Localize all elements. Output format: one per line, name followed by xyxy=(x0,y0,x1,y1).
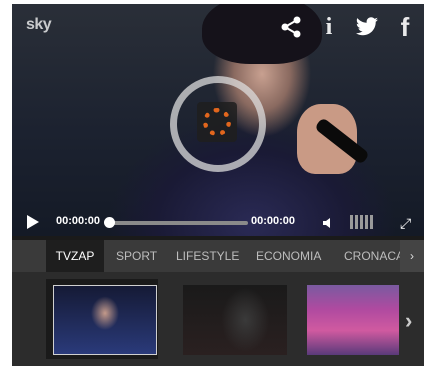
singer-performing-thumbnail xyxy=(53,285,157,355)
info-icon[interactable]: i xyxy=(316,14,342,40)
seek-handle[interactable] xyxy=(104,217,115,228)
duration: 00:00:00 xyxy=(251,215,296,227)
twitter-icon[interactable] xyxy=(354,14,380,40)
show-stage-thumbnail xyxy=(307,285,399,355)
seek-bar[interactable] xyxy=(110,221,248,225)
thumbnails-next-button[interactable]: › xyxy=(405,308,421,338)
volume-icon[interactable] xyxy=(322,216,332,228)
volume-bar xyxy=(350,215,353,229)
fullscreen-icon[interactable]: ⤢ xyxy=(400,215,411,232)
thumbnail-item[interactable] xyxy=(176,279,288,359)
loading-spinner-icon xyxy=(203,108,231,136)
volume-bar xyxy=(370,215,373,229)
current-time: 00:00:00 xyxy=(56,215,101,227)
sky-logo: sky xyxy=(26,16,52,33)
tab-sport[interactable]: SPORT xyxy=(116,240,157,272)
tab-economia[interactable]: ECONOMIA xyxy=(256,240,321,272)
volume-level[interactable] xyxy=(350,215,373,229)
thumbnail-strip: › xyxy=(12,272,424,366)
player-controls: 00:00:00 00:00:00 ⤢ xyxy=(12,207,424,236)
volume-bar xyxy=(365,215,368,229)
volume-bar xyxy=(355,215,358,229)
thumbnail-item[interactable] xyxy=(300,279,400,359)
tab-cronaca[interactable]: CRONACA xyxy=(344,240,400,272)
video-player: sky i f 00:00:00 00:00:00 ⤢ TVZAP SPORT … xyxy=(12,4,424,366)
tab-lifestyle[interactable]: LIFESTYLE xyxy=(176,240,239,272)
category-tabs: TVZAP SPORT LIFESTYLE ECONOMIA CRONACA › xyxy=(12,240,424,272)
facebook-icon[interactable]: f xyxy=(392,12,418,42)
volume-bar xyxy=(360,215,363,229)
tab-tvzap[interactable]: TVZAP xyxy=(46,240,104,272)
play-icon[interactable] xyxy=(27,215,39,229)
share-icon[interactable] xyxy=(278,14,304,40)
share-toolbar: i f xyxy=(278,12,418,42)
video-frame[interactable]: sky i f 00:00:00 00:00:00 ⤢ xyxy=(12,4,424,236)
thumbnail-item[interactable] xyxy=(46,279,158,359)
tabs-next-button[interactable]: › xyxy=(400,240,424,272)
dark-stage-thumbnail xyxy=(183,285,287,355)
